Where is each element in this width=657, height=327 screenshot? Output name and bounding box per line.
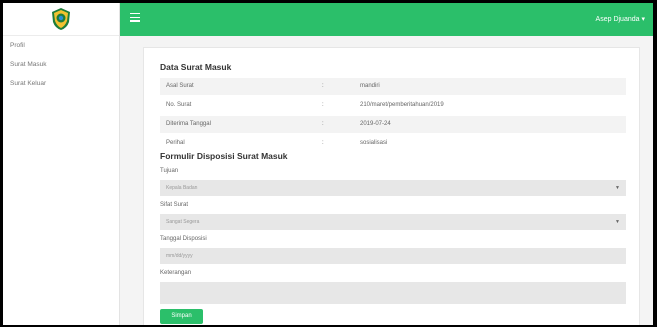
row-key: Perihal <box>166 140 185 146</box>
data-surat-title: Data Surat Masuk <box>160 62 232 72</box>
content-card: Data Surat Masuk Asal Surat : mandiri No… <box>143 47 640 325</box>
logo-area <box>3 3 119 36</box>
row-value: 2019-07-24 <box>360 121 391 127</box>
logo-emblem-icon <box>52 8 70 30</box>
top-navbar: Asep Djuanda ▾ <box>120 3 653 36</box>
row-separator: : <box>322 102 324 108</box>
row-separator: : <box>322 121 324 127</box>
row-value: sosialisasi <box>360 140 388 146</box>
sidebar-item-surat-keluar[interactable]: Surat Keluar <box>3 74 119 93</box>
table-row: No. Surat : 210/maret/pemberitahuan/2019 <box>160 97 626 114</box>
row-key: Diterima Tanggal <box>166 121 211 127</box>
form-title: Formulir Disposisi Surat Masuk <box>160 151 288 161</box>
user-menu[interactable]: Asep Djuanda ▾ <box>596 3 645 36</box>
tujuan-label: Tujuan <box>160 168 179 174</box>
dropdown-arrow-icon: ▼ <box>615 219 620 225</box>
simpan-button[interactable]: Simpan <box>160 309 203 324</box>
tanggal-disposisi-label: Tanggal Disposisi <box>160 236 207 242</box>
table-row: Asal Surat : mandiri <box>160 78 626 95</box>
keterangan-textarea[interactable] <box>160 282 626 304</box>
table-row: Diterima Tanggal : 2019-07-24 <box>160 116 626 133</box>
row-value: 210/maret/pemberitahuan/2019 <box>360 102 444 108</box>
row-value: mandiri <box>360 83 380 89</box>
dropdown-arrow-icon: ▼ <box>615 185 620 191</box>
hamburger-icon[interactable] <box>130 13 140 25</box>
sidebar-item-profil[interactable]: Profil <box>3 36 119 55</box>
row-separator: : <box>322 83 324 89</box>
sidebar: Profil Surat Masuk Surat Keluar <box>3 3 120 325</box>
tanggal-disposisi-input[interactable]: mm/dd/yyyy <box>160 248 626 264</box>
keterangan-label: Keterangan <box>160 270 192 276</box>
app-window: Profil Surat Masuk Surat Keluar Asep Dju… <box>3 3 653 325</box>
tujuan-selected-value: Kepala Badan <box>166 185 198 191</box>
row-key: Asal Surat <box>166 83 194 89</box>
sifat-surat-select[interactable]: Sangat Segera ▼ <box>160 214 626 230</box>
user-name: Asep Djuanda <box>595 16 640 23</box>
row-separator: : <box>322 140 324 146</box>
sifat-surat-label: Sifat Surat <box>160 202 189 208</box>
date-placeholder: mm/dd/yyyy <box>166 253 193 259</box>
sidebar-item-surat-masuk[interactable]: Surat Masuk <box>3 55 119 74</box>
tujuan-select[interactable]: Kepala Badan ▼ <box>160 180 626 196</box>
table-row: Perihal : sosialisasi <box>160 135 626 152</box>
sifat-surat-selected-value: Sangat Segera <box>166 219 200 225</box>
row-key: No. Surat <box>166 102 192 108</box>
chevron-down-icon: ▾ <box>641 16 645 23</box>
